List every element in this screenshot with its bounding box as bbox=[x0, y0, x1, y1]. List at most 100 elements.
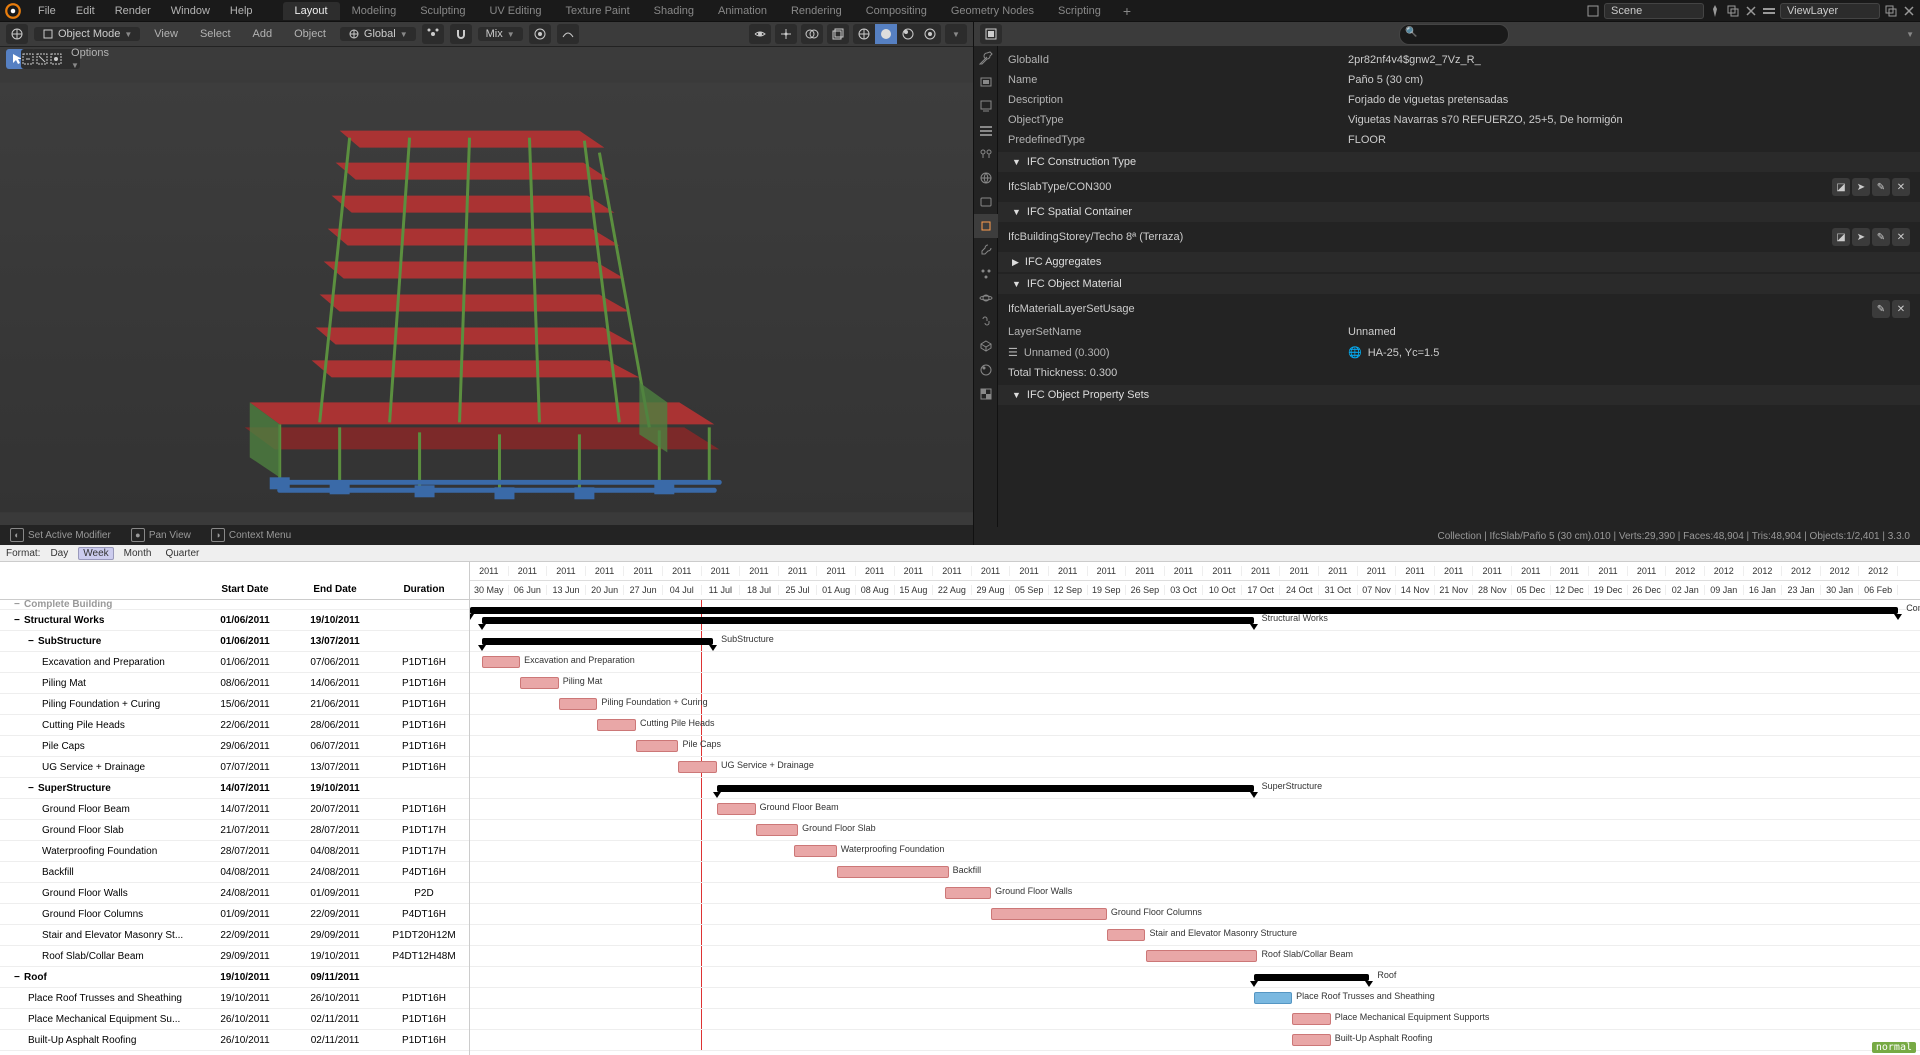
gantt-task-list[interactable]: Start Date End Date Duration −Complete B… bbox=[0, 562, 470, 1055]
tab-collection-icon[interactable] bbox=[974, 190, 998, 214]
pin-icon[interactable] bbox=[1708, 4, 1722, 18]
tab-world-icon[interactable] bbox=[974, 166, 998, 190]
props-options-icon[interactable]: ▼ bbox=[1906, 30, 1914, 39]
workspace-tab-shading[interactable]: Shading bbox=[642, 2, 706, 20]
tab-physics-icon[interactable] bbox=[974, 286, 998, 310]
task-row[interactable]: Stair and Elevator Masonry St...22/09/20… bbox=[0, 925, 469, 946]
props-editor-type-icon[interactable] bbox=[980, 24, 1002, 44]
gantt-group-bar[interactable] bbox=[717, 785, 1254, 792]
options-dropdown[interactable]: Options ▼ bbox=[63, 46, 117, 72]
gantt-task-bar[interactable] bbox=[1146, 950, 1258, 962]
scale-month[interactable]: Month bbox=[120, 548, 156, 559]
transform-orientation-dropdown[interactable]: Global ▼ bbox=[340, 27, 416, 41]
select-icon[interactable]: ◪ bbox=[1832, 178, 1850, 196]
select-menu[interactable]: Select bbox=[192, 27, 239, 41]
collapse-toggle-icon[interactable]: − bbox=[14, 615, 24, 626]
workspace-tab-uv-editing[interactable]: UV Editing bbox=[477, 2, 553, 20]
tab-data-icon[interactable] bbox=[974, 334, 998, 358]
shading-wireframe-icon[interactable] bbox=[853, 24, 875, 44]
cursor-icon[interactable]: ➤ bbox=[1852, 178, 1870, 196]
collapse-toggle-icon[interactable]: − bbox=[14, 972, 24, 983]
snap-toggle-icon[interactable] bbox=[450, 24, 472, 44]
task-row[interactable]: Piling Foundation + Curing15/06/201121/0… bbox=[0, 694, 469, 715]
edit-icon[interactable]: ✎ bbox=[1872, 300, 1890, 318]
delete-icon[interactable]: ✕ bbox=[1892, 300, 1910, 318]
edit-icon[interactable]: ✎ bbox=[1872, 178, 1890, 196]
workspace-tab-texture-paint[interactable]: Texture Paint bbox=[553, 2, 641, 20]
gantt-timeline[interactable]: 2011201120112011201120112011201120112011… bbox=[470, 562, 1920, 1055]
shading-options-icon[interactable]: ▼ bbox=[945, 24, 967, 44]
menu-window[interactable]: Window bbox=[161, 3, 220, 19]
cursor-icon[interactable]: ➤ bbox=[1852, 228, 1870, 246]
task-row[interactable]: Place Mechanical Equipment Su...26/10/20… bbox=[0, 1009, 469, 1030]
select-mode-extend-icon[interactable]: Options ▼ bbox=[58, 49, 80, 69]
gantt-group-bar[interactable] bbox=[482, 638, 714, 645]
section-header[interactable]: ▼IFC Object Property Sets bbox=[998, 385, 1920, 405]
delete-icon[interactable]: ✕ bbox=[1892, 228, 1910, 246]
workspace-tab-modeling[interactable]: Modeling bbox=[340, 2, 409, 20]
viewlayer-name-field[interactable]: ViewLayer bbox=[1780, 3, 1880, 19]
shading-material-icon[interactable] bbox=[897, 24, 919, 44]
scene-name-field[interactable]: Scene bbox=[1604, 3, 1704, 19]
scene-browse-icon[interactable] bbox=[1586, 4, 1600, 18]
scale-day[interactable]: Day bbox=[46, 548, 72, 559]
workspace-tab-layout[interactable]: Layout bbox=[283, 2, 340, 20]
task-row[interactable]: −Roof19/10/201109/11/2011 bbox=[0, 967, 469, 988]
task-row[interactable]: Piling Mat08/06/201114/06/2011P1DT16H bbox=[0, 673, 469, 694]
scale-week[interactable]: Week bbox=[78, 547, 113, 560]
workspace-tab-compositing[interactable]: Compositing bbox=[854, 2, 939, 20]
workspace-tab-rendering[interactable]: Rendering bbox=[779, 2, 854, 20]
task-row[interactable]: −SuperStructure14/07/201119/10/2011 bbox=[0, 778, 469, 799]
scale-quarter[interactable]: Quarter bbox=[161, 548, 203, 559]
copy-viewlayer-icon[interactable] bbox=[1884, 4, 1898, 18]
gantt-group-bar[interactable] bbox=[1254, 974, 1370, 981]
gantt-task-bar[interactable] bbox=[678, 761, 717, 773]
task-row[interactable]: Built-Up Asphalt Roofing26/10/201102/11/… bbox=[0, 1030, 469, 1051]
task-row[interactable]: UG Service + Drainage07/07/201113/07/201… bbox=[0, 757, 469, 778]
gantt-task-bar[interactable] bbox=[1107, 929, 1146, 941]
menu-edit[interactable]: Edit bbox=[66, 3, 105, 19]
workspace-tab-sculpting[interactable]: Sculpting bbox=[408, 2, 477, 20]
task-row[interactable]: Ground Floor Columns01/09/201122/09/2011… bbox=[0, 904, 469, 925]
section-header[interactable]: ▼IFC Construction Type bbox=[998, 152, 1920, 172]
delete-scene-icon[interactable] bbox=[1744, 4, 1758, 18]
task-row[interactable]: Place Roof Trusses and Sheathing19/10/20… bbox=[0, 988, 469, 1009]
gizmo-toggle-icon[interactable] bbox=[775, 24, 797, 44]
shading-solid-icon[interactable] bbox=[875, 24, 897, 44]
falloff-type-icon[interactable] bbox=[557, 24, 579, 44]
gantt-task-bar[interactable] bbox=[837, 866, 949, 878]
menu-help[interactable]: Help bbox=[220, 3, 263, 19]
tab-material-icon[interactable] bbox=[974, 358, 998, 382]
gantt-task-bar[interactable] bbox=[597, 719, 636, 731]
gantt-task-bar[interactable] bbox=[1292, 1013, 1331, 1025]
tab-modifier-icon[interactable] bbox=[974, 238, 998, 262]
edit-icon[interactable]: ✎ bbox=[1872, 228, 1890, 246]
task-row[interactable]: Pile Caps29/06/201106/07/2011P1DT16H bbox=[0, 736, 469, 757]
workspace-add-button[interactable]: + bbox=[1113, 3, 1141, 19]
workspace-tab-scripting[interactable]: Scripting bbox=[1046, 2, 1113, 20]
task-row[interactable]: Ground Floor Slab21/07/201128/07/2011P1D… bbox=[0, 820, 469, 841]
task-row[interactable]: Ground Floor Beam14/07/201120/07/2011P1D… bbox=[0, 799, 469, 820]
tab-tool-icon[interactable] bbox=[974, 46, 998, 70]
viewlayer-browse-icon[interactable] bbox=[1762, 4, 1776, 18]
task-row[interactable]: Excavation and Preparation01/06/201107/0… bbox=[0, 652, 469, 673]
gantt-task-bar[interactable] bbox=[1254, 992, 1293, 1004]
3d-viewport[interactable] bbox=[0, 70, 973, 525]
copy-scene-icon[interactable] bbox=[1726, 4, 1740, 18]
gantt-task-bar[interactable] bbox=[1292, 1034, 1331, 1046]
tab-constraints-icon[interactable] bbox=[974, 310, 998, 334]
tab-scene-icon[interactable] bbox=[974, 142, 998, 166]
gantt-task-bar[interactable] bbox=[636, 740, 678, 752]
gantt-task-bar[interactable] bbox=[717, 803, 756, 815]
task-row[interactable]: −SubStructure01/06/201113/07/2011 bbox=[0, 631, 469, 652]
delete-viewlayer-icon[interactable] bbox=[1902, 4, 1916, 18]
task-row[interactable]: Backfill04/08/201124/08/2011P4DT16H bbox=[0, 862, 469, 883]
section-header[interactable]: ▼IFC Object Material bbox=[998, 274, 1920, 294]
menu-file[interactable]: File bbox=[28, 3, 66, 19]
view-menu[interactable]: View bbox=[146, 27, 186, 41]
shading-rendered-icon[interactable] bbox=[919, 24, 941, 44]
workspace-tab-animation[interactable]: Animation bbox=[706, 2, 779, 20]
tab-render-icon[interactable] bbox=[974, 70, 998, 94]
task-row[interactable]: Cutting Pile Heads22/06/201128/06/2011P1… bbox=[0, 715, 469, 736]
editor-type-icon[interactable] bbox=[6, 24, 28, 44]
